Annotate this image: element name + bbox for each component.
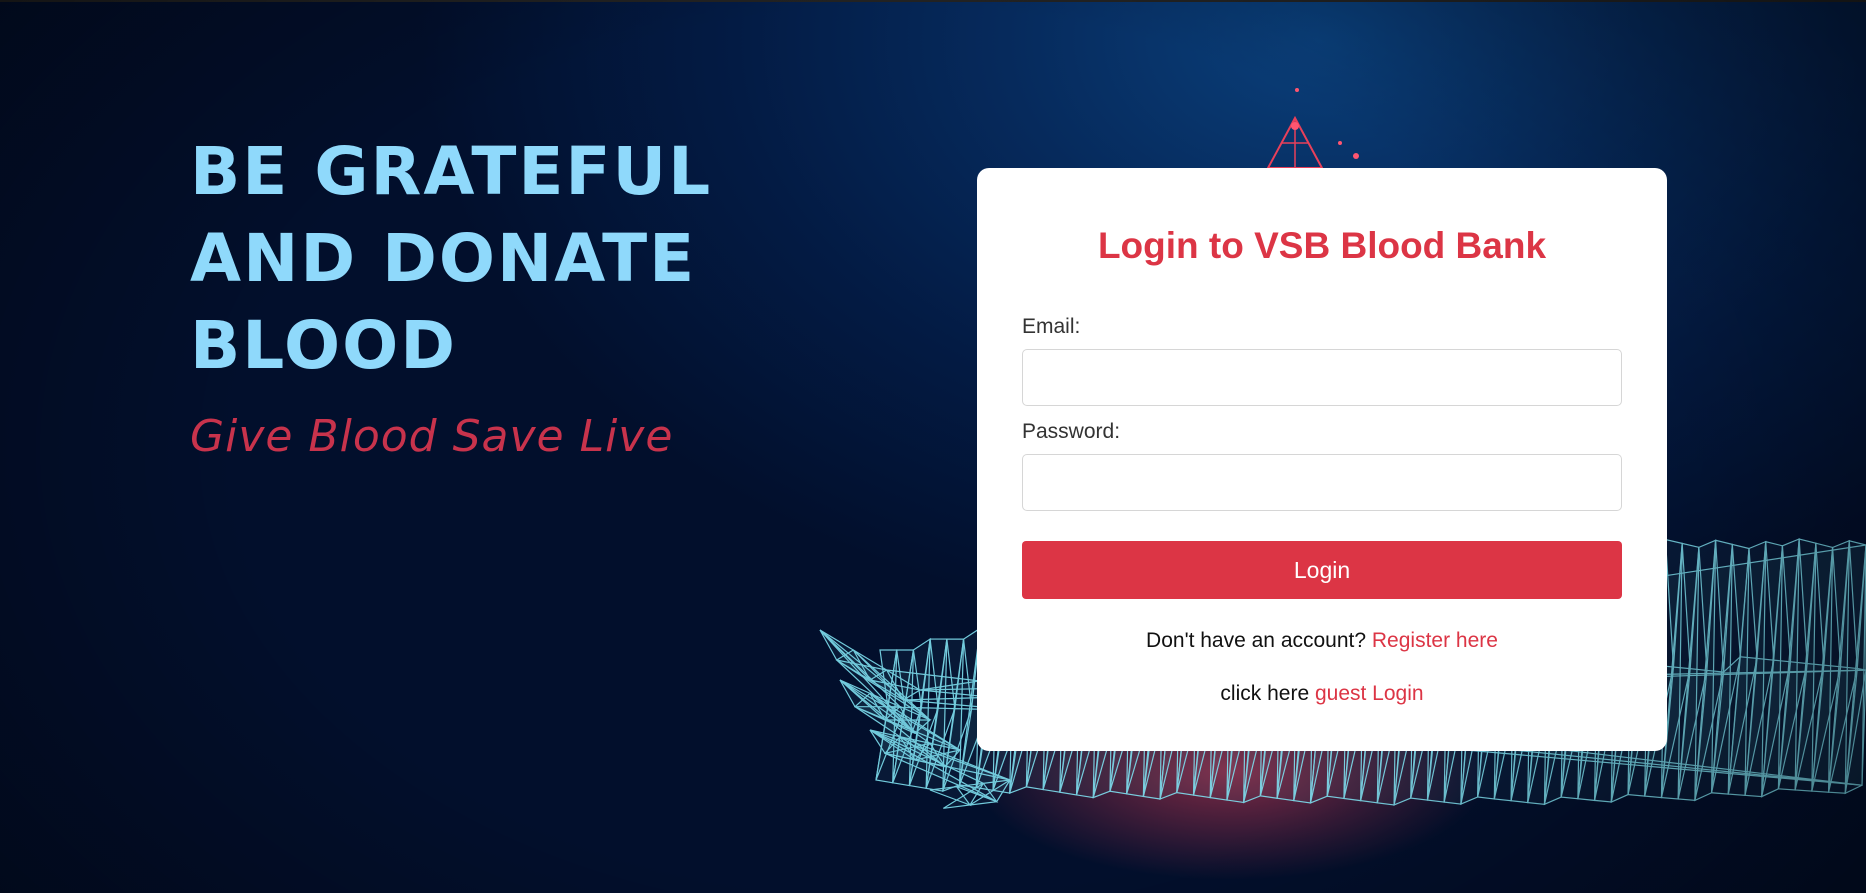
guest-line: click here guest Login [1022, 682, 1622, 706]
register-link[interactable]: Register here [1372, 629, 1498, 652]
guest-prompt: click here [1220, 682, 1310, 705]
hero-section: BE GRATEFUL AND DONATE BLOOD Give Blood … [190, 128, 790, 462]
password-label: Password: [1022, 420, 1121, 443]
hero-tagline: Give Blood Save Live [190, 411, 674, 462]
hero-headline: BE GRATEFUL AND DONATE BLOOD [190, 128, 790, 389]
headline-line-2: AND DONATE [190, 220, 697, 297]
register-line: Don't have an account? Register here [1022, 629, 1622, 653]
headline-line-1: BE GRATEFUL [190, 133, 713, 210]
login-button[interactable]: Login [1022, 541, 1622, 599]
blood-drop-icon [1266, 88, 1359, 169]
email-label: Email: [1022, 315, 1081, 338]
password-field[interactable] [1022, 454, 1622, 511]
login-title: Login to VSB Blood Bank [1097, 225, 1547, 266]
guest-login-link[interactable]: guest Login [1315, 682, 1424, 705]
headline-line-3: BLOOD [190, 307, 458, 384]
register-prompt: Don't have an account? [1146, 629, 1367, 652]
login-card: Login to VSB Blood Bank Email: Password:… [977, 168, 1667, 751]
email-field[interactable] [1022, 349, 1622, 406]
